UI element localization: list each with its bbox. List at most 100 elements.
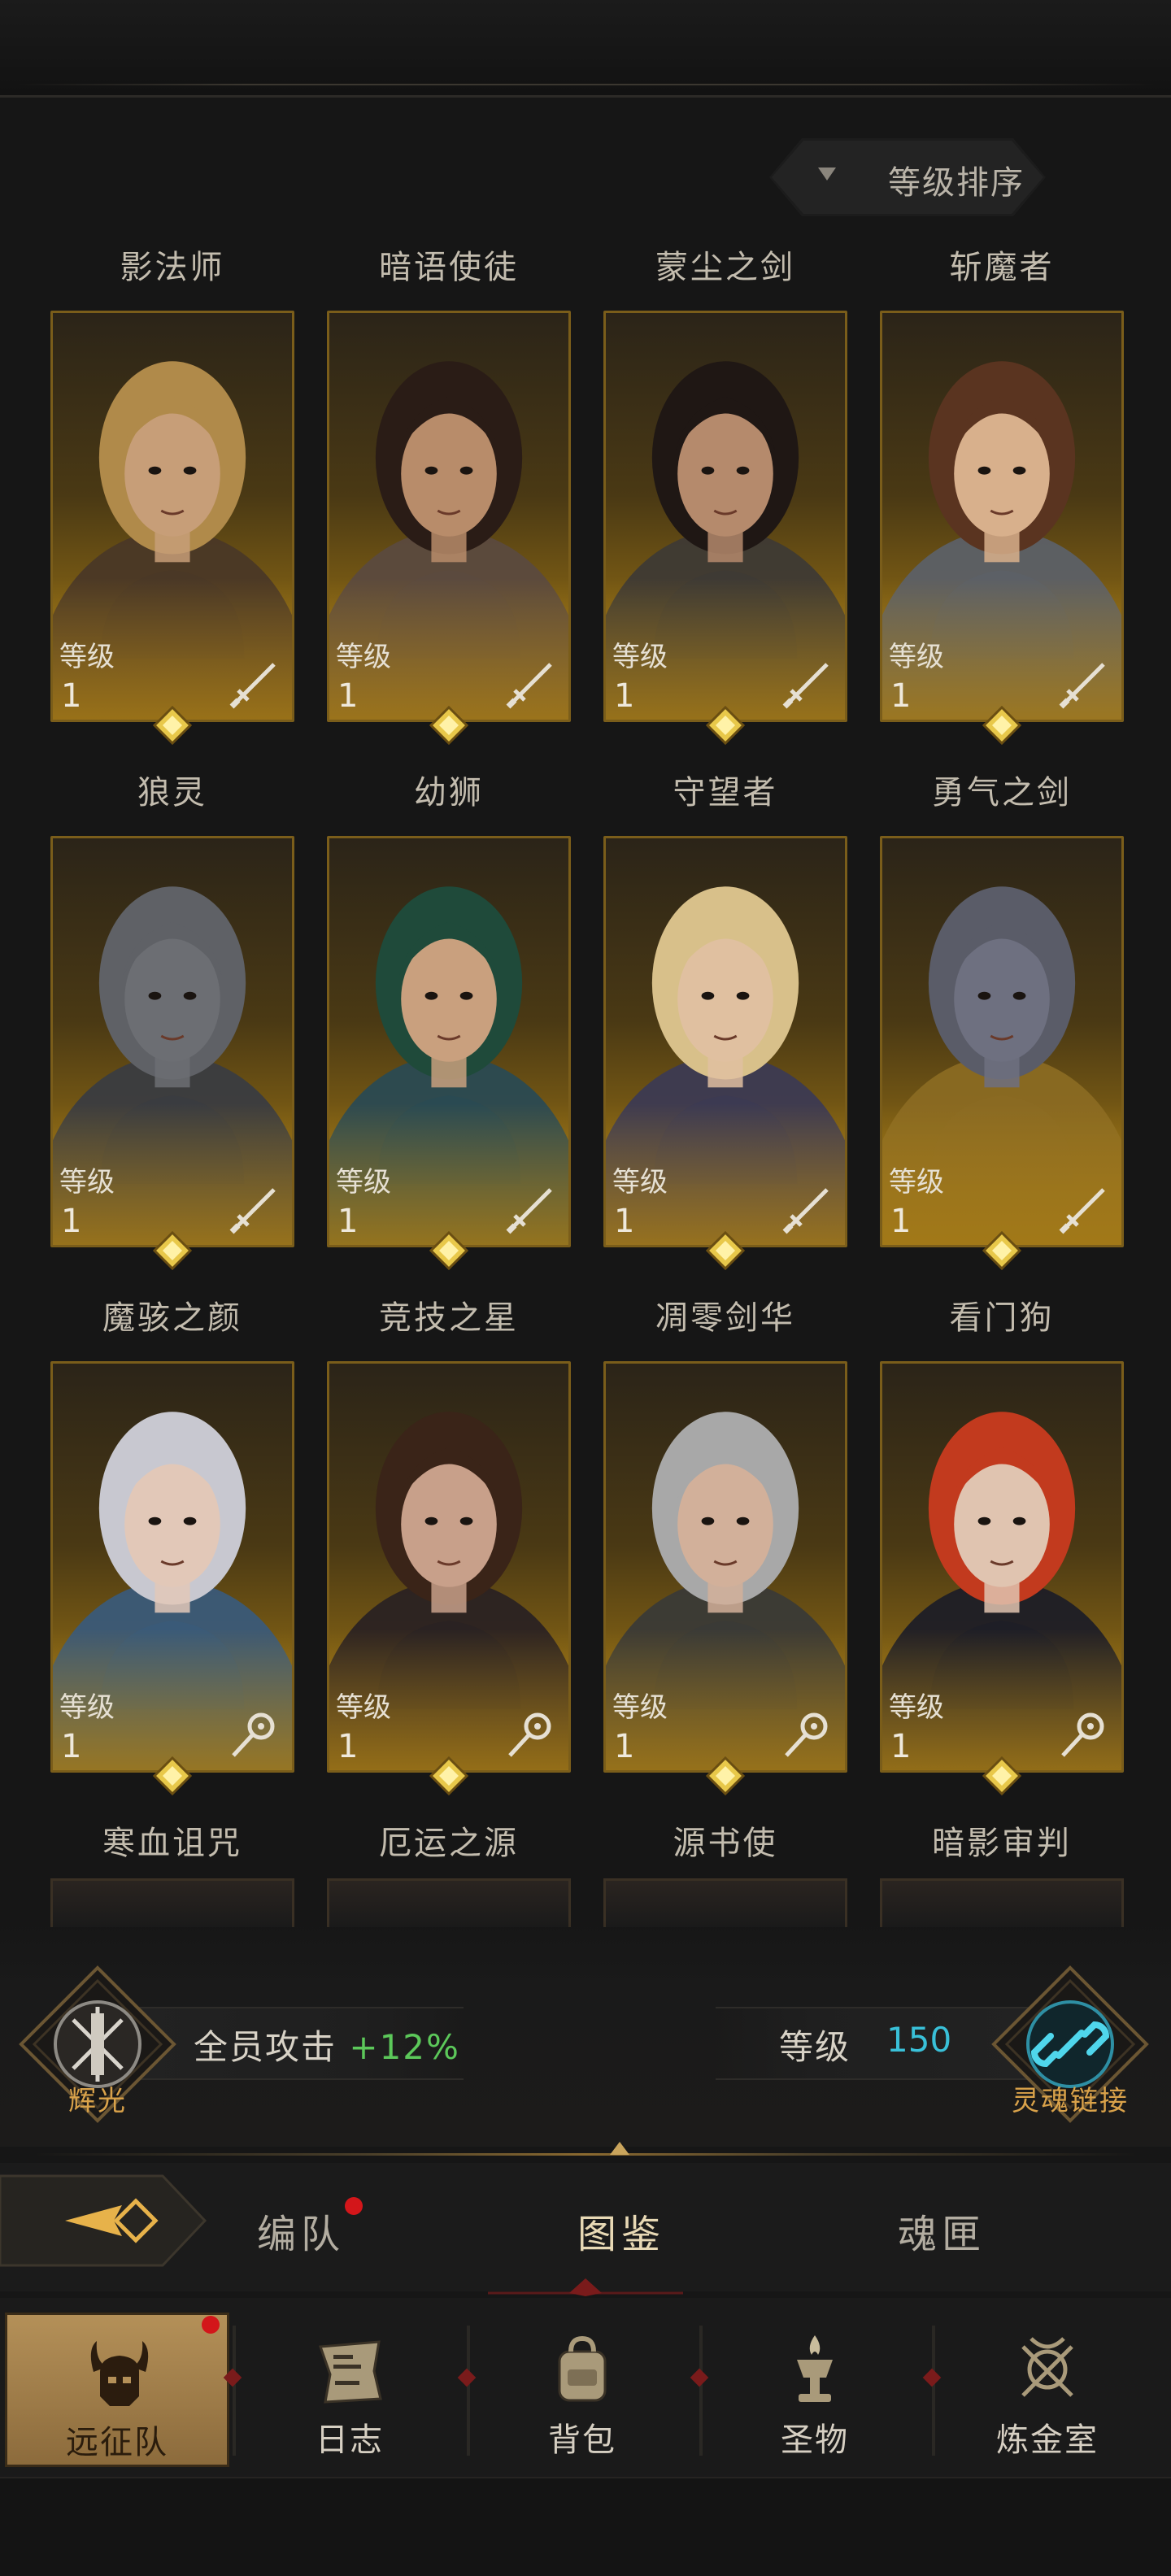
sword-class-icon <box>229 663 276 709</box>
hero-name[interactable]: 厄运之源 <box>322 1817 576 1864</box>
hero-level-label: 等级 <box>889 1166 944 1199</box>
nav-bottom-band <box>0 2477 1171 2576</box>
rarity-gem-icon <box>982 706 1021 745</box>
sword-class-icon <box>1059 663 1105 709</box>
nav-journal[interactable]: 日志 <box>237 2313 462 2467</box>
soul-level-value: 150 <box>886 2020 952 2060</box>
subtab-divider <box>33 2153 1138 2156</box>
tab-codex[interactable]: 图鉴 <box>577 2202 665 2259</box>
rarity-gem-icon <box>153 1231 192 1270</box>
hero-level-value: 1 <box>614 1728 635 1765</box>
hero-name[interactable]: 暗影审判 <box>875 1817 1129 1864</box>
hero-portrait-frame: 等级 1 <box>327 836 571 1247</box>
hero-level-label: 等级 <box>336 641 391 673</box>
hero-level-label: 等级 <box>336 1166 391 1199</box>
hero-portrait-frame: 等级 1 <box>50 1361 294 1773</box>
tab-ornament-icon <box>488 2278 683 2296</box>
back-arrow-button[interactable] <box>0 2169 211 2272</box>
hero-level-label: 等级 <box>612 1691 668 1724</box>
sort-label: 等级排序 <box>888 164 1025 202</box>
rarity-gem-icon <box>153 1756 192 1795</box>
hero-name: 斩魔者 <box>949 249 1055 286</box>
hero-name: 暗语使徒 <box>379 249 519 286</box>
hero-level-value: 1 <box>337 1728 359 1765</box>
soul-link-emblem-label: 灵魂链接 <box>1012 2085 1129 2117</box>
hero-name: 幼狮 <box>414 774 484 812</box>
team-attack-bonus: 全员攻击 +12% <box>194 2020 460 2069</box>
sword-class-icon <box>782 1188 829 1234</box>
hero-name: 勇气之剑 <box>932 774 1072 812</box>
hero-portrait-frame: 等级 1 <box>880 311 1124 722</box>
hero-name: 蒙尘之剑 <box>655 249 795 286</box>
sword-class-icon <box>1059 1188 1105 1234</box>
rarity-gem-icon <box>429 1231 468 1270</box>
nav-backpack-label: 背包 <box>548 2422 616 2459</box>
staff-class-icon <box>1061 1712 1104 1757</box>
nav-relics[interactable]: 圣物 <box>703 2313 927 2467</box>
sword-class-icon <box>506 1188 552 1234</box>
expedition-alert-dot <box>202 2316 220 2334</box>
sort-by-level-button[interactable]: 等级排序 <box>769 138 1046 216</box>
nav-alchemy-label: 炼金室 <box>996 2422 1099 2459</box>
hero-level-value: 1 <box>614 1203 635 1240</box>
backpack-icon <box>558 2335 607 2402</box>
sword-class-icon <box>782 663 829 709</box>
hero-name[interactable]: 寒血诅咒 <box>46 1817 299 1864</box>
hero-level-value: 1 <box>61 1203 82 1240</box>
radiance-emblem-label: 辉光 <box>68 2085 127 2117</box>
hero-level-label: 等级 <box>612 641 668 673</box>
hero-level-label: 等级 <box>336 1691 391 1724</box>
hero-portrait-frame: 等级 1 <box>50 311 294 722</box>
nav-backpack[interactable]: 背包 <box>470 2313 694 2467</box>
hero-portrait-frame: 等级 1 <box>603 311 847 722</box>
staff-class-icon <box>232 1712 275 1757</box>
hero-level-value: 1 <box>337 677 359 715</box>
nav-journal-label: 日志 <box>316 2422 384 2459</box>
team-attack-label: 全员攻击 <box>194 2027 337 2067</box>
formation-alert-dot <box>345 2197 363 2215</box>
alchemy-symbol-icon <box>1021 2337 1073 2397</box>
rarity-gem-icon <box>429 706 468 745</box>
soul-level-label: 等级 <box>779 2027 851 2067</box>
hero-portrait-frame: 等级 1 <box>880 1361 1124 1773</box>
hero-portrait-frame: 等级 1 <box>603 1361 847 1773</box>
horned-helmet-icon <box>90 2341 149 2406</box>
tab-formation[interactable]: 编队 <box>257 2202 345 2259</box>
nav-separator <box>233 2326 236 2456</box>
rarity-gem-icon <box>706 1231 745 1270</box>
hero-level-label: 等级 <box>59 1691 115 1724</box>
hero-level-value: 1 <box>614 677 635 715</box>
hero-name[interactable]: 源书使 <box>599 1817 852 1864</box>
hero-level-value: 1 <box>890 1203 912 1240</box>
hero-level-value: 1 <box>890 677 912 715</box>
hero-name: 看门狗 <box>949 1299 1055 1337</box>
hero-level-value: 1 <box>337 1203 359 1240</box>
hero-portrait-frame: 等级 1 <box>50 836 294 1247</box>
rarity-gem-icon <box>706 706 745 745</box>
hero-level-label: 等级 <box>612 1166 668 1199</box>
hero-level-value: 1 <box>890 1728 912 1765</box>
sword-class-icon <box>229 1188 276 1234</box>
journal-scroll-icon <box>318 2340 382 2404</box>
relic-chalice-icon <box>797 2335 833 2402</box>
top-ornament-band <box>0 0 1171 98</box>
hero-level-label: 等级 <box>59 1166 115 1199</box>
rarity-gem-icon <box>153 706 192 745</box>
rarity-gem-icon <box>982 1231 1021 1270</box>
hero-level-value: 1 <box>61 677 82 715</box>
nav-expedition[interactable]: 远征队 <box>5 2313 229 2467</box>
rarity-gem-icon <box>706 1756 745 1795</box>
nav-relics-label: 圣物 <box>781 2422 849 2459</box>
hero-level-label: 等级 <box>889 641 944 673</box>
nav-expedition-label: 远征队 <box>66 2424 168 2461</box>
hero-level-value: 1 <box>61 1728 82 1765</box>
hero-level-label: 等级 <box>59 641 115 673</box>
tab-soul-box[interactable]: 魂匣 <box>898 2202 986 2259</box>
sword-class-icon <box>506 663 552 709</box>
sort-dropdown-arrow-icon <box>818 168 836 181</box>
hero-portrait-frame: 等级 1 <box>880 836 1124 1247</box>
hero-name: 影法师 <box>120 249 225 286</box>
hero-name: 魔骇之颜 <box>102 1299 242 1337</box>
nav-alchemy[interactable]: 炼金室 <box>935 2313 1160 2467</box>
hero-portrait-frame: 等级 1 <box>327 1361 571 1773</box>
